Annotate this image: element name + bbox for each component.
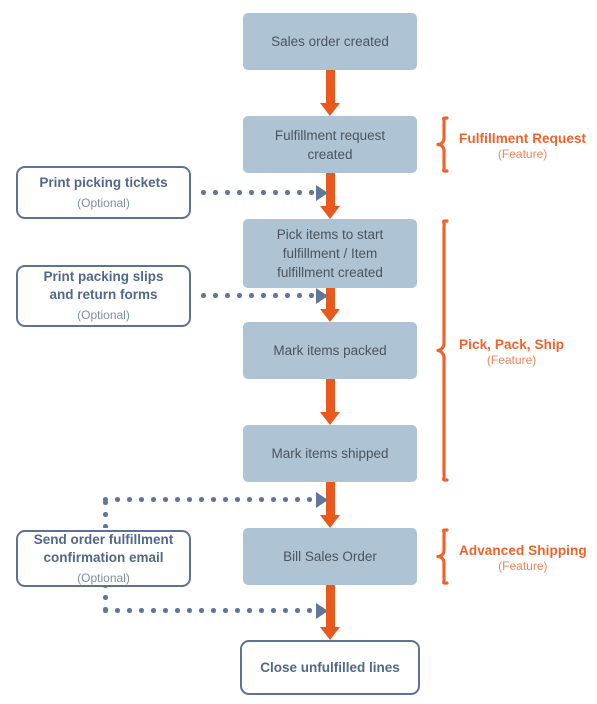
optional-title-line-1: Send order fulfillment	[33, 531, 174, 547]
dotted-spine-email-lower	[103, 583, 108, 611]
flow-arrow-4-head	[319, 412, 340, 425]
flow-arrow-1	[325, 70, 335, 103]
node-label: Close unfulfilled lines	[260, 659, 400, 675]
node-send-confirmation-email[interactable]: Send order fulfillment confirmation emai…	[16, 530, 191, 587]
flow-arrow-3-head	[319, 309, 340, 322]
node-print-packing-slips[interactable]: Print packing slips and return forms (Op…	[16, 265, 191, 327]
dotted-connector-packing-slips-head	[316, 287, 328, 304]
group-label-pick-pack-ship: Pick, Pack, Ship (Feature)	[459, 337, 564, 367]
group-label-advanced-shipping: Advanced Shipping (Feature)	[459, 543, 587, 573]
group-label-fulfillment-request: Fulfillment Request (Feature)	[459, 131, 586, 161]
dotted-connector-email-upper-head	[316, 491, 328, 508]
optional-title-line-2: confirmation email	[43, 549, 164, 565]
node-label-line-1: Pick items to start	[276, 227, 384, 242]
optional-subtitle: (Optional)	[77, 308, 130, 322]
node-fulfillment-request-created[interactable]: Fulfillment request created	[243, 116, 417, 173]
group-subtitle: (Feature)	[497, 147, 548, 161]
dotted-spine-email-upper	[103, 500, 108, 528]
node-pick-items[interactable]: Pick items to start fulfillment / Item f…	[243, 219, 417, 288]
group-title: Advanced Shipping	[459, 543, 587, 558]
brace-pick-pack-ship	[436, 219, 454, 482]
node-label: Sales order created	[271, 34, 389, 49]
flow-arrow-1-head	[319, 103, 340, 116]
node-sales-order-created[interactable]: Sales order created	[243, 13, 417, 70]
group-subtitle: (Feature)	[498, 559, 548, 573]
optional-subtitle: (Optional)	[77, 570, 130, 585]
group-subtitle: (Feature)	[486, 353, 537, 367]
node-label: Mark items packed	[273, 343, 387, 358]
dotted-connector-picking-tickets	[201, 190, 319, 195]
flow-arrow-6-head	[319, 627, 340, 640]
node-label-line-1: Fulfillment request	[274, 127, 386, 143]
brace-advanced-shipping	[436, 528, 454, 585]
dotted-connector-email-lower	[103, 608, 319, 613]
node-label: Mark items shipped	[271, 446, 389, 461]
dotted-connector-picking-tickets-head	[316, 184, 328, 201]
group-title: Pick, Pack, Ship	[459, 337, 565, 352]
node-label: Bill Sales Order	[283, 549, 377, 564]
flow-arrow-4	[325, 379, 335, 412]
optional-title: Print picking tickets	[39, 174, 168, 190]
dotted-connector-email-upper	[103, 497, 319, 502]
node-label-line-3: fulfillment created	[277, 265, 383, 280]
process-flow-diagram: Sales order created Fulfillment request …	[0, 0, 597, 704]
flow-arrow-5-head	[319, 515, 340, 528]
group-title: Fulfillment Request	[459, 131, 587, 146]
optional-subtitle: (Optional)	[77, 195, 130, 210]
optional-title-line-1: Print packing slips	[43, 269, 164, 284]
flow-arrow-6	[325, 585, 335, 627]
node-bill-sales-order[interactable]: Bill Sales Order	[243, 528, 417, 585]
node-label-line-2: fulfillment / Item	[282, 246, 378, 261]
node-close-unfulfilled-lines[interactable]: Close unfulfilled lines	[240, 640, 420, 695]
optional-title-line-2: and return forms	[49, 287, 158, 302]
node-mark-items-shipped[interactable]: Mark items shipped	[243, 425, 417, 482]
node-label-line-2: created	[307, 146, 353, 162]
dotted-connector-packing-slips	[201, 293, 319, 298]
brace-fulfillment-request	[436, 116, 454, 173]
node-mark-items-packed[interactable]: Mark items packed	[243, 322, 417, 379]
node-print-picking-tickets[interactable]: Print picking tickets (Optional)	[16, 166, 191, 219]
flow-arrow-2-head	[319, 206, 340, 219]
